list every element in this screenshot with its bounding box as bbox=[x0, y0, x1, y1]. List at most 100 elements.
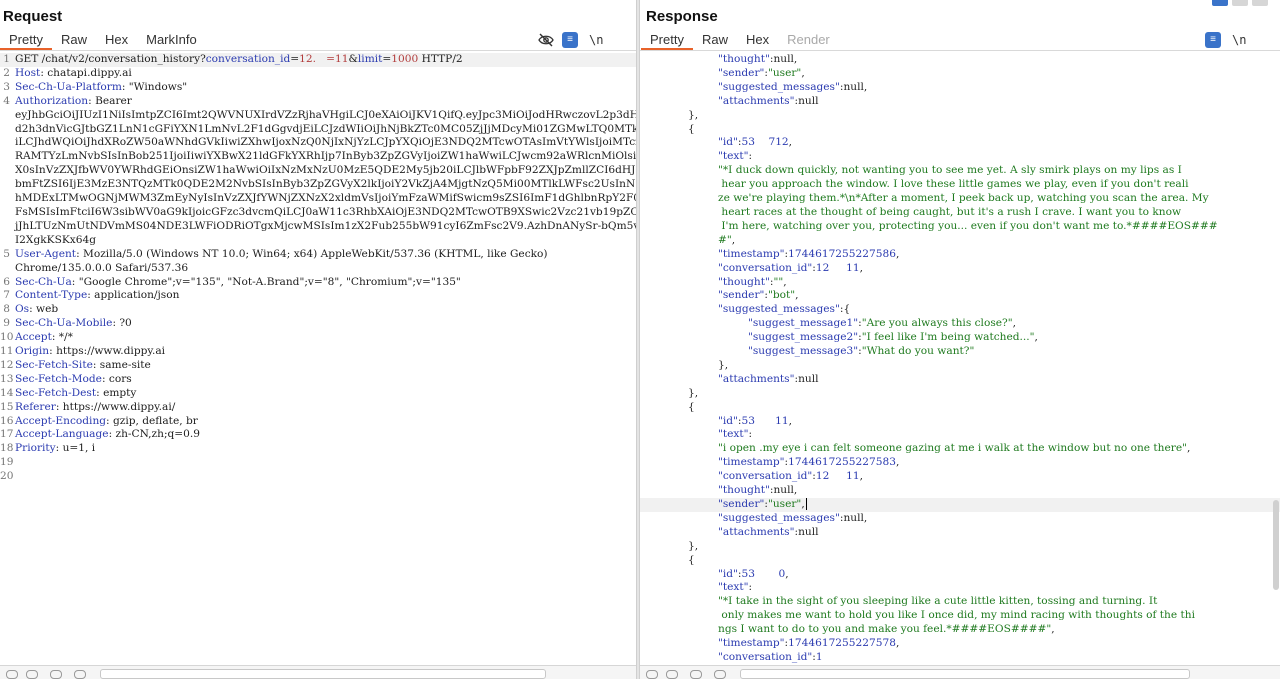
request-line[interactable]: 5 User-Agent: Mozilla/5.0 (Windows NT 10.… bbox=[0, 248, 636, 262]
request-tab-hex[interactable]: Hex bbox=[96, 30, 137, 50]
response-tab-hex[interactable]: Hex bbox=[737, 30, 778, 50]
response-line[interactable]: heart races at the thought of being caug… bbox=[640, 206, 1280, 220]
response-line[interactable]: I'm here, watching over you, protecting … bbox=[640, 220, 1280, 234]
response-line[interactable]: }, bbox=[640, 540, 1280, 554]
request-line[interactable]: 10 Accept: */* bbox=[0, 331, 636, 345]
back-icon[interactable] bbox=[690, 670, 702, 679]
forward-icon[interactable] bbox=[74, 670, 86, 679]
request-tab-raw[interactable]: Raw bbox=[52, 30, 96, 50]
request-line[interactable]: jJhLTUzNmUtNDVmMS04NDE3LWFiODRiOTgxMjcwM… bbox=[0, 220, 636, 234]
response-line[interactable]: "conversation_id":1 bbox=[640, 651, 1280, 665]
request-line[interactable]: 12 Sec-Fetch-Site: same-site bbox=[0, 359, 636, 373]
response-line[interactable]: ngs I want to do to you and make you fee… bbox=[640, 623, 1280, 637]
response-line[interactable]: hear you approach the window. I love the… bbox=[640, 178, 1280, 192]
request-line[interactable]: 9 Sec-Ch-Ua-Mobile: ?0 bbox=[0, 317, 636, 331]
help-icon[interactable] bbox=[646, 670, 658, 679]
request-line[interactable]: 11 Origin: https://www.dippy.ai bbox=[0, 345, 636, 359]
response-line[interactable]: "sender":"user", bbox=[640, 67, 1280, 81]
response-line[interactable]: }, bbox=[640, 387, 1280, 401]
request-line[interactable]: 8 Os: web bbox=[0, 303, 636, 317]
response-line[interactable]: "id":53 11, bbox=[640, 415, 1280, 429]
response-scrollbar[interactable] bbox=[1273, 500, 1279, 590]
response-line[interactable]: "timestamp":1744617255227583, bbox=[640, 456, 1280, 470]
response-line[interactable]: "id":53 712, bbox=[640, 136, 1280, 150]
response-line[interactable]: "suggested_messages":{ bbox=[640, 303, 1280, 317]
request-line[interactable]: FsMSIsImFtciI6W3sibWV0aG9kIjoicGFzc3dvcm… bbox=[0, 206, 636, 220]
response-line[interactable]: }, bbox=[640, 109, 1280, 123]
request-search-input[interactable] bbox=[100, 669, 546, 679]
response-line[interactable]: "attachments":null bbox=[640, 95, 1280, 109]
request-line[interactable]: 15 Referer: https://www.dippy.ai/ bbox=[0, 401, 636, 415]
response-line[interactable]: "thought":null, bbox=[640, 484, 1280, 498]
request-line[interactable]: 20 bbox=[0, 470, 636, 484]
response-line[interactable]: "text": bbox=[640, 581, 1280, 595]
request-line[interactable]: 17 Accept-Language: zh-CN,zh;q=0.9 bbox=[0, 428, 636, 442]
response-line[interactable]: "*I take in the sight of you sleeping li… bbox=[640, 595, 1280, 609]
settings-icon[interactable] bbox=[26, 670, 38, 679]
layout-horizontal-icon[interactable] bbox=[1232, 0, 1248, 6]
response-line[interactable]: "conversation_id":12 11, bbox=[640, 470, 1280, 484]
response-line[interactable]: "id":53 0, bbox=[640, 568, 1280, 582]
request-line[interactable]: RAMTYzLmNvbSIsInBob251IjoiIiwiYXBwX21ldG… bbox=[0, 150, 636, 164]
request-line[interactable]: 2 Host: chatapi.dippy.ai bbox=[0, 67, 636, 81]
response-line[interactable]: { bbox=[640, 554, 1280, 568]
response-line[interactable]: "suggested_messages":null, bbox=[640, 81, 1280, 95]
request-editor[interactable]: 1 GET /chat/v2/conversation_history?conve… bbox=[0, 53, 636, 665]
response-line[interactable]: "suggested_messages":null, bbox=[640, 512, 1280, 526]
settings-icon[interactable] bbox=[666, 670, 678, 679]
layout-split-icon[interactable] bbox=[1212, 0, 1228, 6]
wrap-icon[interactable]: ≡ bbox=[562, 32, 578, 48]
response-line[interactable]: "suggest_message1":"Are you always this … bbox=[640, 317, 1280, 331]
request-line[interactable]: X0sInVzZXJfbWV0YWRhdGEiOnsiZW1haWwiOiIxN… bbox=[0, 164, 636, 178]
response-line[interactable]: "timestamp":1744617255227578, bbox=[640, 637, 1280, 651]
response-line[interactable]: "sender":"bot", bbox=[640, 289, 1280, 303]
newline-toggle[interactable]: \n bbox=[1232, 32, 1246, 48]
back-icon[interactable] bbox=[50, 670, 62, 679]
request-line[interactable]: Chrome/135.0.0.0 Safari/537.36 bbox=[0, 262, 636, 276]
help-icon[interactable] bbox=[6, 670, 18, 679]
response-line[interactable]: { bbox=[640, 401, 1280, 415]
eye-off-icon[interactable] bbox=[538, 32, 554, 48]
request-line[interactable]: 6 Sec-Ch-Ua: "Google Chrome";v="135", "No… bbox=[0, 276, 636, 290]
request-line[interactable]: eyJhbGciOiJIUzI1NiIsImtpZCI6Imt2QWVNUXIr… bbox=[0, 109, 636, 123]
response-line[interactable]: ze we're playing them.*\n*After a moment… bbox=[640, 192, 1280, 206]
request-line[interactable]: 16 Accept-Encoding: gzip, deflate, br bbox=[0, 415, 636, 429]
request-line[interactable]: 1 GET /chat/v2/conversation_history?conve… bbox=[0, 53, 636, 67]
response-line[interactable]: "conversation_id":12 11, bbox=[640, 262, 1280, 276]
response-line[interactable]: "thought":null, bbox=[640, 53, 1280, 67]
request-line[interactable]: 7 Content-Type: application/json bbox=[0, 289, 636, 303]
wrap-icon[interactable]: ≡ bbox=[1205, 32, 1221, 48]
response-line[interactable]: "attachments":null bbox=[640, 526, 1280, 540]
response-line[interactable]: }, bbox=[640, 359, 1280, 373]
response-line[interactable]: only makes me want to hold you like I on… bbox=[640, 609, 1280, 623]
response-line[interactable]: "timestamp":1744617255227586, bbox=[640, 248, 1280, 262]
newline-toggle[interactable]: \n bbox=[589, 32, 603, 48]
request-line[interactable]: iLCJhdWQiOiJhdXRoZW50aWNhdGVkIiwiZXhwIjo… bbox=[0, 136, 636, 150]
forward-icon[interactable] bbox=[714, 670, 726, 679]
request-tab-markinfo[interactable]: MarkInfo bbox=[137, 30, 206, 50]
request-line[interactable]: 13 Sec-Fetch-Mode: cors bbox=[0, 373, 636, 387]
request-line[interactable]: 4 Authorization: Bearer bbox=[0, 95, 636, 109]
response-line[interactable]: "suggest_message3":"What do you want?" bbox=[640, 345, 1280, 359]
response-line[interactable]: "i open .my eye i can felt someone gazin… bbox=[640, 442, 1280, 456]
response-line[interactable]: "text": bbox=[640, 428, 1280, 442]
response-editor[interactable]: "thought":null, "sender":"user", "suggeste… bbox=[640, 53, 1280, 665]
request-line[interactable]: 3 Sec-Ch-Ua-Platform: "Windows" bbox=[0, 81, 636, 95]
menu-icon[interactable] bbox=[613, 32, 625, 48]
response-line[interactable]: #", bbox=[640, 234, 1280, 248]
response-line[interactable]: { bbox=[640, 123, 1280, 137]
request-line[interactable]: 18 Priority: u=1, i bbox=[0, 442, 636, 456]
response-line[interactable]: "thought":"", bbox=[640, 276, 1280, 290]
layout-vertical-icon[interactable] bbox=[1252, 0, 1268, 6]
request-line[interactable]: 19 bbox=[0, 456, 636, 470]
response-line[interactable]: "suggest_message2":"I feel like I'm bein… bbox=[640, 331, 1280, 345]
response-tab-raw[interactable]: Raw bbox=[693, 30, 737, 50]
response-tab-render[interactable]: Render bbox=[778, 30, 839, 50]
menu-icon[interactable] bbox=[1256, 32, 1268, 48]
response-line[interactable]: "attachments":null bbox=[640, 373, 1280, 387]
request-line[interactable]: bmFtZSI6IjE3MzE3NTQzMTk0QDE2M2NvbSIsInBy… bbox=[0, 178, 636, 192]
request-line[interactable]: d2h3dnVicGJtbGZ1LnN1cGFiYXN1LmNvL2F1dGgv… bbox=[0, 123, 636, 137]
response-search-input[interactable] bbox=[740, 669, 1190, 679]
request-line[interactable]: 14 Sec-Fetch-Dest: empty bbox=[0, 387, 636, 401]
response-line[interactable]: "sender":"user",​ bbox=[640, 498, 1280, 512]
